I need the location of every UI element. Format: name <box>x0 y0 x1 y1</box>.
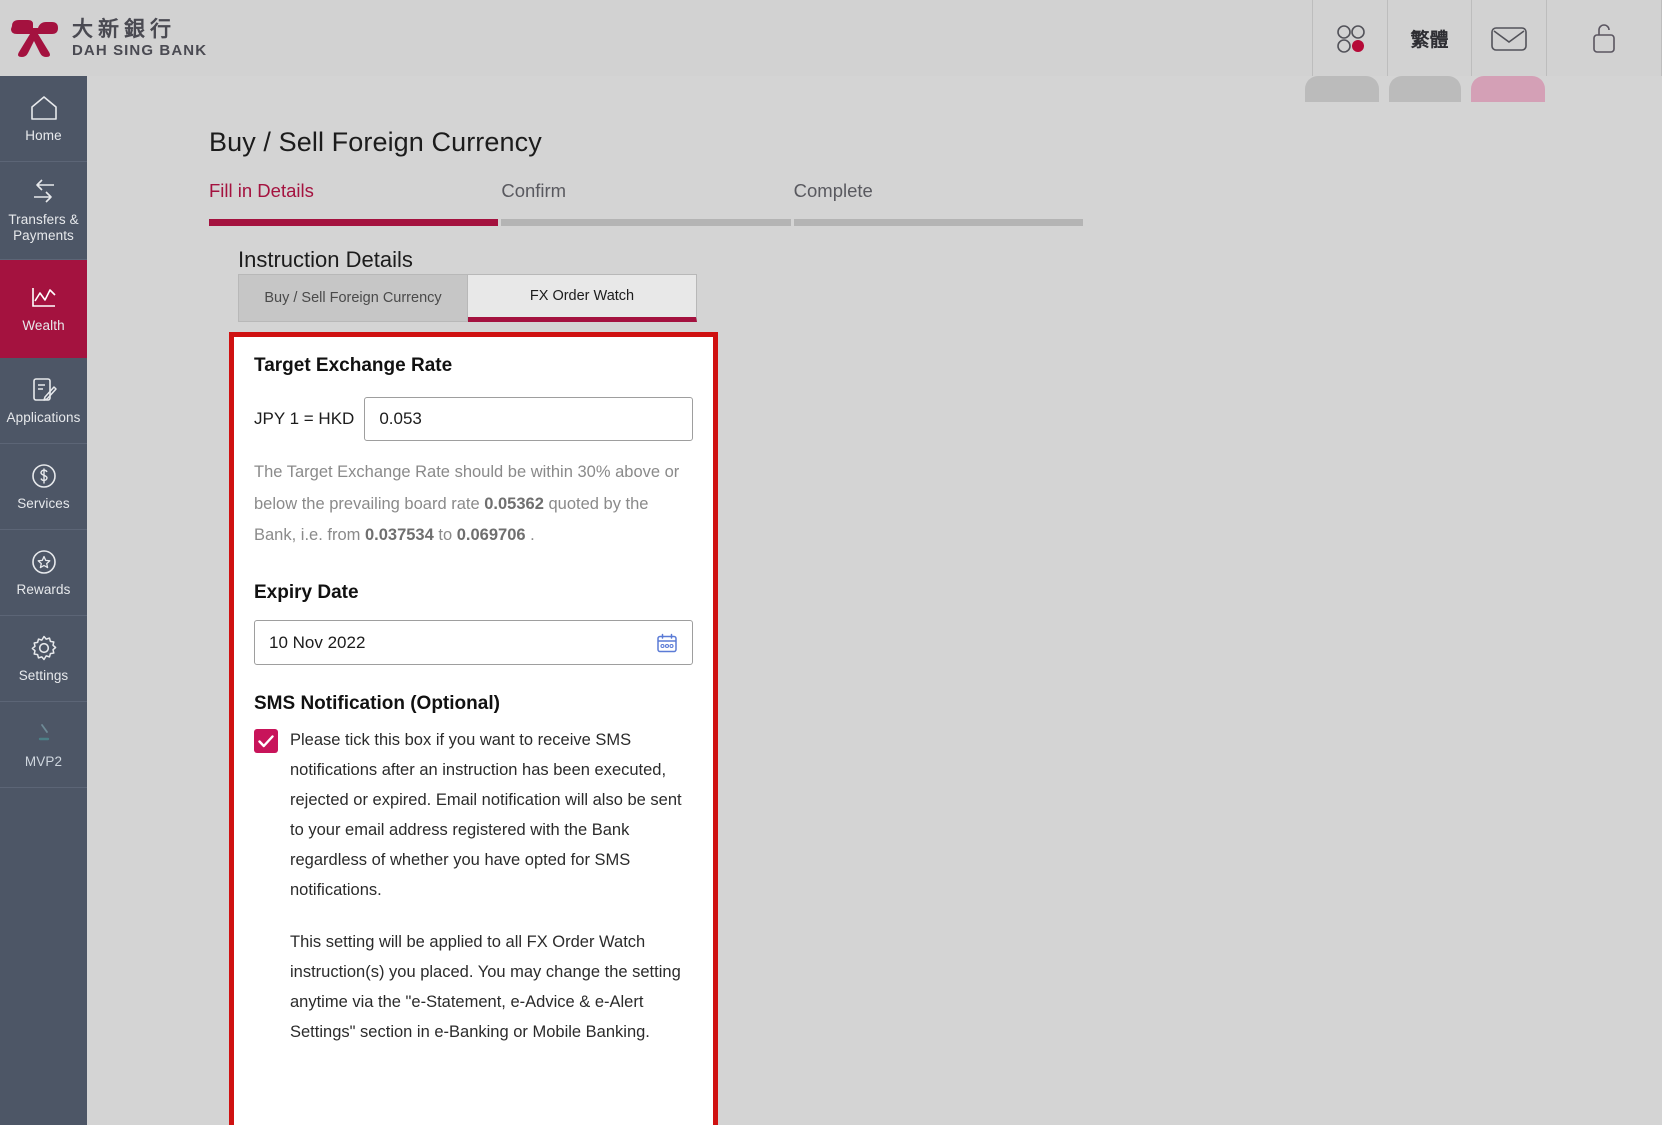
app-root: 大新銀行 DAH SING BANK 繁體 Home Transfers & P… <box>0 0 1662 1125</box>
sidebar-item-home[interactable]: Home <box>0 76 87 162</box>
calendar-icon[interactable] <box>656 632 678 654</box>
sidebar-item-rewards[interactable]: Rewards <box>0 530 87 616</box>
language-toggle-button[interactable]: 繁體 <box>1387 0 1471 76</box>
sms-paragraph-2: This setting will be applied to all FX O… <box>290 933 681 1042</box>
expiry-date-field[interactable]: 10 Nov 2022 <box>254 620 693 666</box>
logout-button[interactable] <box>1546 0 1662 76</box>
step-complete[interactable]: Complete <box>793 180 1086 226</box>
step-label-fill-in-details: Fill in Details <box>209 180 314 201</box>
sms-notification-checkbox[interactable] <box>254 729 278 754</box>
range-low-value: 0.037534 <box>364 526 434 545</box>
chart-line-icon <box>28 283 60 313</box>
expiry-date-heading: Expiry Date <box>254 582 359 604</box>
range-high-value: 0.069706 <box>456 526 526 545</box>
transfer-arrows-icon <box>29 177 59 207</box>
tab-buy-sell-foreign-currency[interactable]: Buy / Sell Foreign Currency <box>238 274 468 322</box>
header-spacer <box>207 0 1312 76</box>
sidebar-nav: Home Transfers & Payments Wealth Applica… <box>0 76 87 1125</box>
sidebar-item-mvp2[interactable]: MVP2 <box>0 702 87 788</box>
language-label: 繁體 <box>1410 28 1449 51</box>
progress-stepper: Fill in Details Confirm Complete <box>209 180 1086 226</box>
sidebar-item-label-services: Services <box>17 496 70 512</box>
envelope-icon <box>1491 27 1527 51</box>
ghost-pill-1 <box>1305 76 1379 102</box>
gear-icon <box>29 633 59 663</box>
sidebar-item-label-settings: Settings <box>18 668 69 684</box>
sidebar-item-label-applications: Applications <box>6 410 81 426</box>
brand-name-en: DAH SING BANK <box>72 41 208 59</box>
home-icon <box>29 93 59 123</box>
step-confirm[interactable]: Confirm <box>501 180 793 226</box>
sidebar-item-transfers-payments[interactable]: Transfers & Payments <box>0 162 87 260</box>
sms-paragraph-1: Please tick this box if you want to rece… <box>290 731 682 900</box>
board-rate-value: 0.05362 <box>484 494 544 513</box>
header-actions: 繁體 <box>1312 0 1662 76</box>
mvp-icon <box>29 719 59 749</box>
sms-text-block: Please tick this box if you want to rece… <box>290 725 693 1047</box>
target-exchange-rate-heading: Target Exchange Rate <box>254 355 453 376</box>
document-pencil-icon <box>29 375 59 405</box>
dollar-circle-icon <box>29 461 59 491</box>
transfers-line-1: Transfers & <box>8 212 79 228</box>
sidebar-item-wealth[interactable]: Wealth <box>0 260 87 358</box>
step-bar-confirm <box>501 219 791 226</box>
fx-order-watch-form: Target Exchange Rate JPY 1 = HKD The Tar… <box>229 332 718 1125</box>
sidebar-item-label-mvp2: MVP2 <box>24 754 63 770</box>
bank-logo[interactable]: 大新銀行 DAH SING BANK <box>0 0 207 76</box>
brand-name-cn: 大新銀行 <box>72 16 176 41</box>
tab-fx-order-watch[interactable]: FX Order Watch <box>468 274 697 322</box>
target-rate-row: JPY 1 = HKD <box>254 397 693 441</box>
step-label-confirm: Confirm <box>501 180 567 201</box>
note-part-3: to <box>433 526 457 545</box>
note-part-4: . <box>525 526 535 545</box>
step-bar-complete <box>793 219 1083 226</box>
unlock-icon <box>1593 24 1615 53</box>
apps-grid-icon <box>1337 25 1365 53</box>
sidebar-item-label-home: Home <box>25 128 62 144</box>
sms-notification-heading: SMS Notification (Optional) <box>254 693 500 715</box>
target-rate-note: The Target Exchange Rate should be withi… <box>254 457 693 552</box>
transfers-line-2: Payments <box>13 228 74 243</box>
page-title: Buy / Sell Foreign Currency <box>209 127 542 157</box>
dah-sing-logo-icon <box>11 20 58 57</box>
sms-notification-row: Please tick this box if you want to rece… <box>254 725 693 1047</box>
currency-pair-label: JPY 1 = HKD <box>254 409 355 428</box>
target-rate-input[interactable] <box>364 397 693 441</box>
sidebar-item-label-rewards: Rewards <box>16 582 71 598</box>
sidebar-item-services[interactable]: Services <box>0 444 87 530</box>
form-inner: Target Exchange Rate JPY 1 = HKD The Tar… <box>234 337 713 1047</box>
sidebar-item-applications[interactable]: Applications <box>0 358 87 444</box>
section-title-instruction-details: Instruction Details <box>238 247 413 272</box>
instruction-tabs: Buy / Sell Foreign Currency FX Order Wat… <box>238 274 697 322</box>
sidebar-item-label-transfers: Transfers & Payments <box>8 212 78 244</box>
star-circle-icon <box>29 547 59 577</box>
step-bar-fill-in-details <box>209 219 499 226</box>
expiry-date-value: 10 Nov 2022 <box>269 632 366 652</box>
logo-text-block: 大新銀行 DAH SING BANK <box>72 16 208 59</box>
apps-grid-button[interactable] <box>1312 0 1387 76</box>
background-tab-pills <box>1305 76 1545 102</box>
main-content: Buy / Sell Foreign Currency Fill in Deta… <box>112 92 1125 1125</box>
ghost-pill-2 <box>1389 76 1461 102</box>
ghost-pill-3 <box>1471 76 1545 102</box>
checkmark-icon <box>258 734 274 747</box>
step-fill-in-details[interactable]: Fill in Details <box>209 180 501 226</box>
step-label-complete: Complete <box>793 180 873 201</box>
sidebar-item-settings[interactable]: Settings <box>0 616 87 702</box>
inbox-button[interactable] <box>1471 0 1546 76</box>
top-header: 大新銀行 DAH SING BANK 繁體 <box>0 0 1662 76</box>
sidebar-item-label-wealth: Wealth <box>22 318 65 334</box>
